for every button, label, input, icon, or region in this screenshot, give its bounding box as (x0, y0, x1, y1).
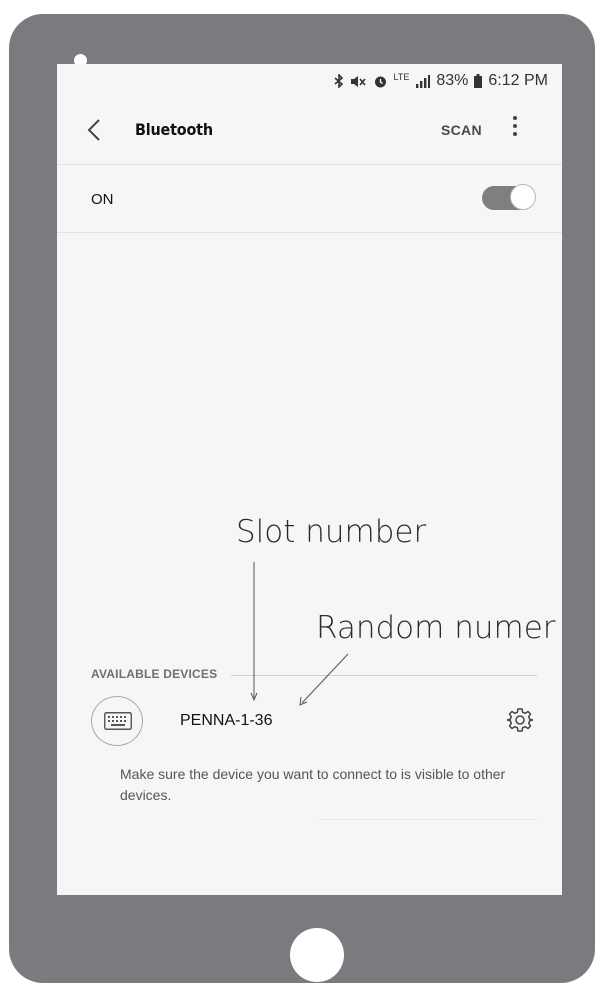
back-chevron-icon[interactable] (87, 118, 101, 142)
page-title: Bluetooth (135, 120, 213, 139)
switch-label: ON (91, 191, 114, 208)
clock: 6:12 PM (488, 72, 548, 89)
network-type-label: LTE (393, 72, 410, 82)
annotation-random-number: Random numer (316, 610, 556, 646)
help-text: Make sure the device you want to connect… (120, 766, 506, 803)
device-name: PENNA-1-36 (180, 712, 273, 729)
home-button[interactable] (290, 928, 344, 982)
signal-icon (416, 74, 431, 88)
mute-icon (350, 75, 366, 87)
bottom-divider (317, 819, 537, 820)
scan-button[interactable]: SCAN (441, 122, 482, 138)
bluetooth-toggle[interactable] (482, 184, 536, 210)
annotation-slot-number: Slot number (236, 514, 427, 550)
battery-icon (474, 74, 483, 88)
status-bar: LTE 83% 6:12 PM (57, 64, 562, 98)
gear-icon[interactable] (507, 707, 533, 733)
keyboard-icon (91, 696, 143, 746)
available-devices-header: AVAILABLE DEVICES (91, 667, 218, 681)
battery-percent: 83% (436, 72, 469, 89)
section-divider (231, 675, 537, 676)
alarm-icon (374, 76, 386, 87)
toggle-knob (510, 184, 536, 210)
device-list-item[interactable]: PENNA-1-36 (57, 696, 562, 746)
action-bar: Bluetooth SCAN (57, 98, 562, 165)
more-vertical-icon[interactable] (511, 116, 519, 140)
bluetooth-switch-row[interactable]: ON (57, 165, 562, 233)
bluetooth-icon (334, 74, 343, 88)
phone-screen: LTE 83% 6:12 PM Bluetooth SCAN ON AVAILA… (57, 64, 562, 895)
